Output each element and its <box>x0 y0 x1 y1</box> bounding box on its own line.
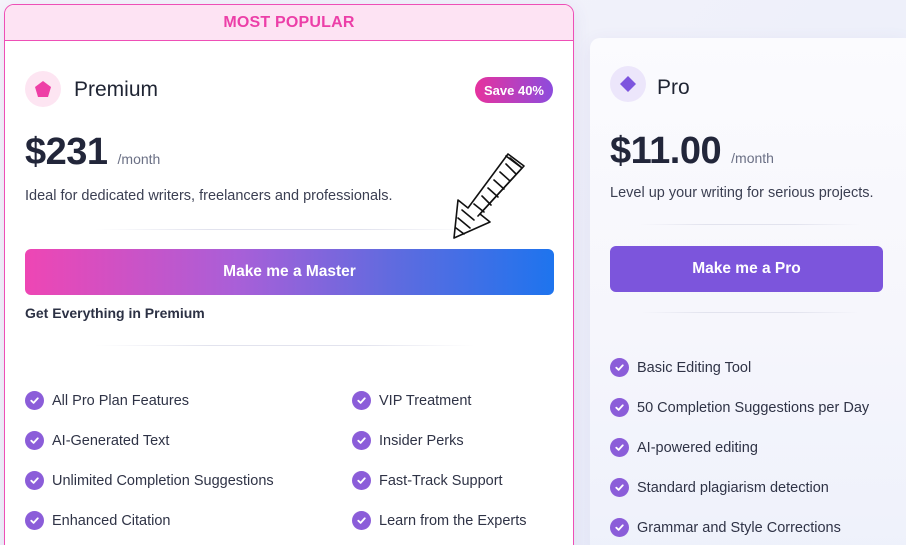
feature-label: All Pro Plan Features <box>52 392 190 409</box>
check-circle-icon <box>352 391 371 410</box>
check-circle-icon <box>610 398 629 417</box>
check-circle-icon <box>352 511 371 530</box>
feature-label: 50 Completion Suggestions per Day <box>637 399 870 416</box>
check-circle-icon <box>352 431 371 450</box>
feature-item: Basic Editing Tool <box>610 358 751 377</box>
make-me-a-pro-button[interactable]: Make me a Pro <box>610 246 883 292</box>
hand-drawn-arrow-icon <box>444 148 536 244</box>
feature-item: Unlimited Completion Suggestions <box>25 471 274 490</box>
make-me-a-master-button[interactable]: Make me a Master <box>25 249 554 295</box>
most-popular-banner: MOST POPULAR <box>5 5 573 41</box>
feature-item: Insider Perks <box>352 431 464 450</box>
plan-title: Premium <box>74 78 159 101</box>
feature-label: VIP Treatment <box>379 392 472 409</box>
feature-label: Basic Editing Tool <box>637 359 752 376</box>
check-circle-icon <box>25 511 44 530</box>
diamond-icon <box>610 66 646 102</box>
divider <box>640 312 860 313</box>
feature-label: Enhanced Citation <box>52 512 171 529</box>
feature-label: AI-Generated Text <box>52 432 170 449</box>
feature-item: Fast-Track Support <box>352 471 503 490</box>
check-circle-icon <box>352 471 371 490</box>
check-circle-icon <box>610 358 629 377</box>
price-row: $231 /month <box>25 131 160 174</box>
feature-item: Standard plagiarism detection <box>610 478 829 497</box>
feature-item: 50 Completion Suggestions per Day <box>610 398 869 417</box>
price: $11.00 <box>610 130 722 172</box>
feature-label: Unlimited Completion Suggestions <box>52 472 274 489</box>
price-period: /month <box>731 150 774 166</box>
feature-item: All Pro Plan Features <box>25 391 189 410</box>
price: $231 <box>25 131 108 173</box>
feature-item: AI-powered editing <box>610 438 758 457</box>
feature-item: Enhanced Citation <box>25 511 171 530</box>
feature-item: AI-Generated Text <box>25 431 169 450</box>
premium-plan-card: MOST POPULAR Premium Save 40% $231 /mont… <box>4 4 574 545</box>
check-circle-icon <box>25 471 44 490</box>
feature-item: Grammar and Style Corrections <box>610 518 841 537</box>
divider <box>95 229 475 230</box>
plan-description: Level up your writing for serious projec… <box>610 185 874 201</box>
price-row: $11.00 /month <box>610 130 774 173</box>
divider <box>640 224 860 225</box>
check-circle-icon <box>610 478 629 497</box>
divider <box>95 345 475 346</box>
feature-label: Learn from the Experts <box>379 512 527 529</box>
check-circle-icon <box>25 431 44 450</box>
feature-label: AI-powered editing <box>637 439 758 456</box>
check-circle-icon <box>25 391 44 410</box>
pentagon-icon <box>25 71 61 107</box>
feature-item: Learn from the Experts <box>352 511 527 530</box>
pro-plan-card: Pro $11.00 /month Level up your writing … <box>590 38 906 545</box>
feature-label: Standard plagiarism detection <box>637 479 829 496</box>
feature-label: Grammar and Style Corrections <box>637 519 841 536</box>
includes-label: Get Everything in Premium <box>25 305 205 321</box>
plan-description: Ideal for dedicated writers, freelancers… <box>25 188 393 204</box>
save-badge: Save 40% <box>475 77 553 103</box>
feature-label: Fast-Track Support <box>379 472 503 489</box>
feature-item: VIP Treatment <box>352 391 471 410</box>
feature-label: Insider Perks <box>379 432 464 449</box>
price-period: /month <box>117 151 161 167</box>
check-circle-icon <box>610 438 629 457</box>
check-circle-icon <box>610 518 629 537</box>
plan-title: Pro <box>657 76 690 99</box>
